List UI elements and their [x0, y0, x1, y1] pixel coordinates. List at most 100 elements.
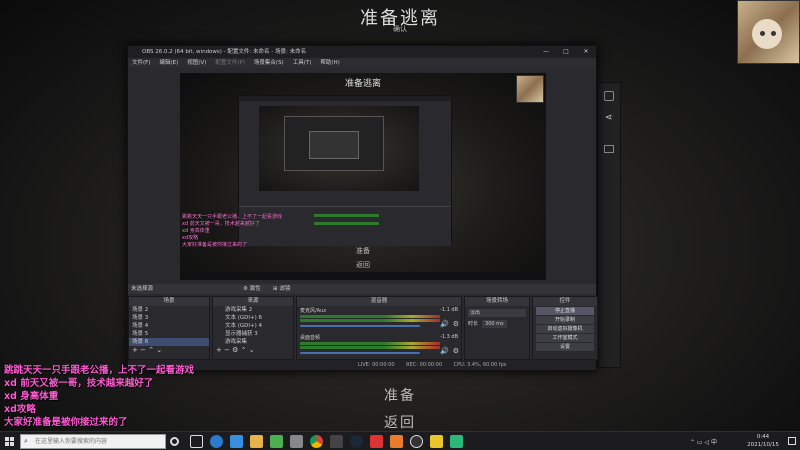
menu-help[interactable]: 帮助(H)	[320, 58, 339, 68]
window-icon[interactable]	[604, 145, 614, 153]
transitions-dock-title: 场景转场	[465, 297, 529, 306]
preview-taskbar	[180, 272, 546, 280]
controls-dock-title: 控件	[533, 297, 597, 306]
source-item[interactable]: 游戏采集 2	[213, 306, 293, 314]
cpu-status: CPU: 3.4%, 60.00 fps	[453, 362, 507, 368]
windows-taskbar: ⌕ ⌃ ▭ ◁ 中 0:44 2021/10/15	[0, 431, 800, 450]
obs-preview[interactable]: 准备逃离 跳跳天天一只手跟老公播，上不了一起看游戏 xd 前天又被一哥，技术越来…	[180, 73, 546, 280]
windows-start-icon[interactable]	[0, 432, 20, 450]
mixer-dock-title: 混音器	[297, 297, 461, 306]
live-status: LIVE: 00:00:00	[358, 362, 395, 368]
scene-item[interactable]: 场景 3	[129, 314, 209, 322]
speaker-icon[interactable]: 🔊	[440, 347, 449, 355]
notification-icon[interactable]	[788, 437, 796, 445]
steam-icon[interactable]	[350, 435, 363, 448]
share-icon[interactable]: ⋖	[605, 113, 613, 123]
scene-transitions-dock: 场景转场 淡出 时长 300 ms	[464, 296, 530, 360]
audio-mixer-dock: 混音器 麦克风/Aux -1.1 dB 🔊 ⚙ 桌面音频 -1.3 dB 🔊 ⚙	[296, 296, 462, 360]
scene-actions[interactable]: + − ⌃ ⌄	[129, 346, 209, 354]
audio-meter	[300, 342, 440, 345]
no-source-label: 未选择源	[131, 286, 154, 292]
scene-item[interactable]: 场景 4	[129, 322, 209, 330]
virtual-camera-button[interactable]: 启动虚拟摄像机	[536, 325, 594, 333]
scene-item[interactable]: 场景 2	[129, 306, 209, 314]
app-icon[interactable]	[370, 435, 383, 448]
source-item[interactable]: 文本 (GDI+) 4	[213, 322, 293, 330]
chat-overlay: 跳跳天天一只手跟老公播，上不了一起看游戏 xd 前天又被一哥，技术越来越好了 x…	[4, 364, 194, 429]
filters-button[interactable]: ⊞ 滤镜	[273, 284, 290, 294]
mixer-channel-name: 麦克风/Aux	[300, 308, 327, 314]
taskbar-search-input[interactable]	[35, 435, 165, 448]
properties-button[interactable]: ⚙ 属性	[243, 284, 261, 294]
source-item[interactable]: 文本 (GDI+) 6	[213, 314, 293, 322]
gear-icon[interactable]: ⚙	[453, 320, 459, 328]
side-panel: ⋖	[597, 82, 621, 368]
overlay-line: xd攻略	[4, 404, 36, 415]
preview-webcam	[516, 75, 544, 103]
speaker-icon[interactable]: 🔊	[440, 320, 449, 328]
gear-icon[interactable]: ⚙	[453, 347, 459, 355]
source-item[interactable]: 显示器捕获 3	[213, 330, 293, 338]
source-item[interactable]: 游戏采集	[213, 338, 293, 346]
overlay-line: 大家好准备是被你接过来的了	[4, 417, 128, 428]
store-icon[interactable]	[230, 435, 243, 448]
taskbar-clock[interactable]: 0:44 2021/10/15	[740, 433, 786, 449]
scenes-dock-title: 场景	[129, 297, 209, 306]
scenes-dock: 场景 场景 2 场景 3 场景 4 场景 5 场景 6 + − ⌃ ⌄	[128, 296, 210, 360]
game-subtitle: 确认	[393, 25, 407, 33]
cortana-icon[interactable]	[170, 437, 179, 446]
close-icon[interactable]: ✕	[576, 46, 596, 58]
app-icon[interactable]	[450, 435, 463, 448]
scene-item-selected[interactable]: 场景 6	[129, 338, 209, 346]
settings-button[interactable]: 设置	[536, 343, 594, 351]
mixer-channel-db: -1.3 dB	[440, 334, 458, 340]
game-launcher-icon[interactable]	[330, 435, 343, 448]
preview-ready-text: 准备	[356, 247, 370, 255]
taskbar-search-box[interactable]: ⌕	[20, 434, 166, 449]
menu-edit[interactable]: 编辑(E)	[159, 58, 178, 68]
source-actions[interactable]: + − ⚙ ⌃ ⌄	[213, 346, 293, 354]
dropdown-icon[interactable]	[604, 91, 614, 101]
webcam-feed	[737, 0, 800, 64]
mixer-channel-db: -1.1 dB	[440, 307, 458, 313]
controls-dock: 控件 停止直播 开始录制 启动虚拟摄像机 工作室模式 设置	[532, 296, 598, 360]
minimize-icon[interactable]: —	[536, 46, 556, 58]
duration-input[interactable]: 300 ms	[482, 320, 507, 328]
obs-title-bar: OBS 26.0.2 (64 bit, windows) - 配置文件: 未命名…	[128, 46, 596, 58]
overlay-line: 跳跳天天一只手跟老公播，上不了一起看游戏	[4, 365, 195, 376]
clock-date: 2021/10/15	[747, 442, 779, 448]
menu-view[interactable]: 视图(V)	[187, 58, 206, 68]
menu-profile[interactable]: 配置文件(P)	[215, 58, 245, 68]
app-icon[interactable]	[270, 435, 283, 448]
volume-slider[interactable]	[300, 325, 420, 327]
search-icon: ⌕	[24, 437, 28, 445]
transition-select[interactable]: 淡出	[468, 309, 526, 317]
maximize-icon[interactable]: □	[556, 46, 576, 58]
menu-tools[interactable]: 工具(T)	[293, 58, 312, 68]
preview-game-title: 准备逃离	[344, 79, 381, 89]
file-explorer-icon[interactable]	[250, 435, 263, 448]
chrome-icon[interactable]	[310, 435, 323, 448]
duration-label: 时长	[468, 321, 479, 327]
scene-item[interactable]: 场景 5	[129, 330, 209, 338]
obs-icon[interactable]	[410, 435, 423, 448]
studio-mode-button[interactable]: 工作室模式	[536, 334, 594, 342]
preview-back-text: 返回	[356, 261, 370, 269]
sources-dock-title: 来源	[213, 297, 293, 306]
mixer-channel-name: 桌面音频	[300, 335, 321, 341]
start-recording-button[interactable]: 开始录制	[536, 316, 594, 324]
app-icon[interactable]	[290, 435, 303, 448]
app-icon[interactable]	[430, 435, 443, 448]
stop-streaming-button[interactable]: 停止直播	[536, 307, 594, 315]
audio-meter	[300, 315, 440, 318]
audio-meter	[300, 346, 440, 349]
task-view-icon[interactable]	[190, 435, 203, 448]
menu-scene-collection[interactable]: 场景集合(S)	[254, 58, 284, 68]
system-tray[interactable]: ⌃ ▭ ◁ 中	[690, 437, 717, 446]
rec-status: REC: 00:00:00	[406, 362, 443, 368]
app-icon[interactable]	[390, 435, 403, 448]
volume-slider[interactable]	[300, 352, 420, 354]
obs-window-title: OBS 26.0.2 (64 bit, windows) - 配置文件: 未命名…	[142, 49, 307, 55]
menu-file[interactable]: 文件(F)	[132, 58, 150, 68]
edge-browser-icon[interactable]	[210, 435, 223, 448]
